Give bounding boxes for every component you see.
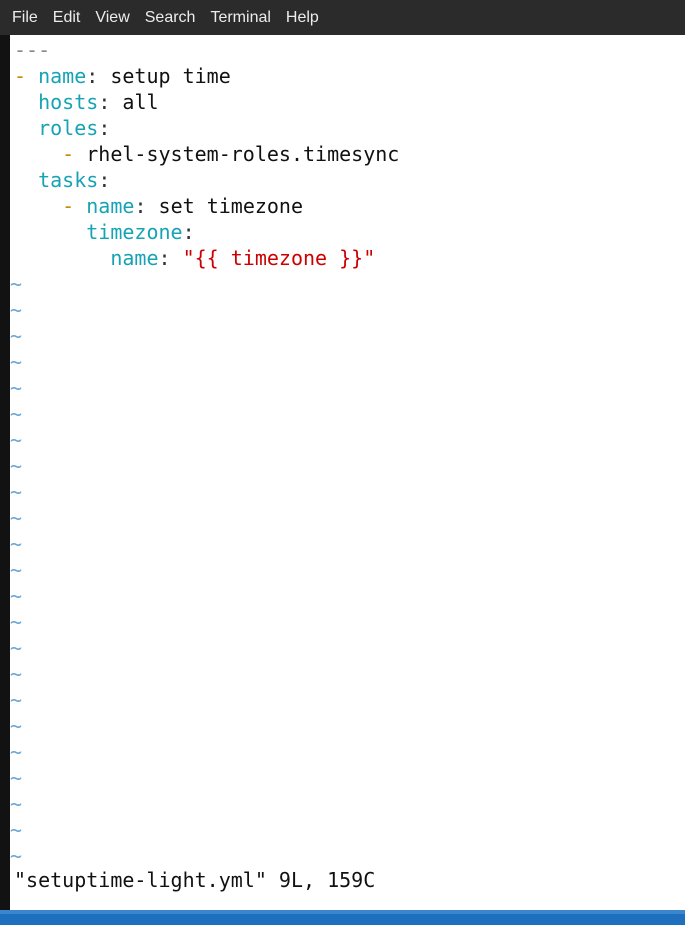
empty-line-tilde: ~ bbox=[10, 506, 23, 530]
empty-line-tilde: ~ bbox=[10, 402, 23, 426]
empty-line-tilde: ~ bbox=[10, 558, 23, 582]
yaml-string: "{{ timezone }}" bbox=[182, 246, 376, 270]
taskbar-edge bbox=[0, 910, 685, 914]
yaml-key: tasks bbox=[38, 168, 99, 192]
yaml-colon: : bbox=[98, 90, 111, 114]
yaml-document-start: --- bbox=[14, 38, 51, 62]
empty-line-tilde: ~ bbox=[10, 792, 23, 816]
empty-line-tilde: ~ bbox=[10, 844, 23, 868]
vim-status-line: "setuptime-light.yml" 9L, 159C bbox=[14, 868, 376, 892]
empty-line-tilde: ~ bbox=[10, 766, 23, 790]
code-line: - rhel-system-roles.timesync bbox=[14, 141, 399, 167]
empty-line-tilde: ~ bbox=[10, 454, 23, 478]
yaml-value: set timezone bbox=[146, 194, 304, 218]
menu-help[interactable]: Help bbox=[286, 7, 319, 29]
empty-line-tilde: ~ bbox=[10, 428, 23, 452]
yaml-value bbox=[171, 246, 183, 270]
menu-bar: File Edit View Search Terminal Help bbox=[0, 0, 685, 35]
empty-line-tilde: ~ bbox=[10, 350, 23, 374]
empty-line-tilde: ~ bbox=[10, 688, 23, 712]
code-line: hosts: all bbox=[14, 89, 159, 115]
code-line: - name: setup time bbox=[14, 63, 231, 89]
empty-line-tilde: ~ bbox=[10, 272, 23, 296]
empty-line-tilde: ~ bbox=[10, 298, 23, 322]
vim-editor[interactable]: --- - name: setup time hosts: all roles:… bbox=[10, 35, 685, 910]
code-line: name: "{{ timezone }}" bbox=[14, 245, 375, 271]
empty-line-tilde: ~ bbox=[10, 610, 23, 634]
empty-line-tilde: ~ bbox=[10, 740, 23, 764]
yaml-colon: : bbox=[86, 64, 99, 88]
code-line: roles: bbox=[14, 115, 110, 141]
yaml-colon: : bbox=[158, 246, 171, 270]
yaml-key: timezone bbox=[86, 220, 183, 244]
empty-line-tilde: ~ bbox=[10, 818, 23, 842]
terminal-window: File Edit View Search Terminal Help --- … bbox=[0, 0, 685, 925]
yaml-key: hosts bbox=[38, 90, 99, 114]
empty-line-tilde: ~ bbox=[10, 532, 23, 556]
empty-line-tilde: ~ bbox=[10, 376, 23, 400]
empty-line-tilde: ~ bbox=[10, 584, 23, 608]
list-dash: - bbox=[14, 64, 39, 88]
empty-line-tilde: ~ bbox=[10, 324, 23, 348]
yaml-key: name bbox=[110, 246, 159, 270]
menu-terminal[interactable]: Terminal bbox=[210, 7, 270, 29]
code-line: tasks: bbox=[14, 167, 110, 193]
code-line: - name: set timezone bbox=[14, 193, 303, 219]
yaml-key: name bbox=[38, 64, 87, 88]
yaml-value: all bbox=[110, 90, 159, 114]
empty-line-tilde: ~ bbox=[10, 636, 23, 660]
menu-view[interactable]: View bbox=[95, 7, 129, 29]
menu-search[interactable]: Search bbox=[145, 7, 196, 29]
code-line: timezone: bbox=[14, 219, 195, 245]
empty-line-tilde: ~ bbox=[10, 662, 23, 686]
yaml-colon: : bbox=[182, 220, 195, 244]
yaml-colon: : bbox=[134, 194, 147, 218]
list-dash: - bbox=[62, 194, 87, 218]
yaml-colon: : bbox=[98, 168, 111, 192]
empty-line-tilde: ~ bbox=[10, 714, 23, 738]
menu-file[interactable]: File bbox=[12, 7, 38, 29]
menu-edit[interactable]: Edit bbox=[53, 7, 81, 29]
yaml-value: rhel-system-roles.timesync bbox=[86, 142, 400, 166]
yaml-key: roles bbox=[38, 116, 99, 140]
empty-line-tilde: ~ bbox=[10, 480, 23, 504]
left-gutter bbox=[0, 35, 10, 910]
yaml-colon: : bbox=[98, 116, 111, 140]
yaml-value: setup time bbox=[98, 64, 231, 88]
list-dash: - bbox=[62, 142, 87, 166]
yaml-key: name bbox=[86, 194, 135, 218]
